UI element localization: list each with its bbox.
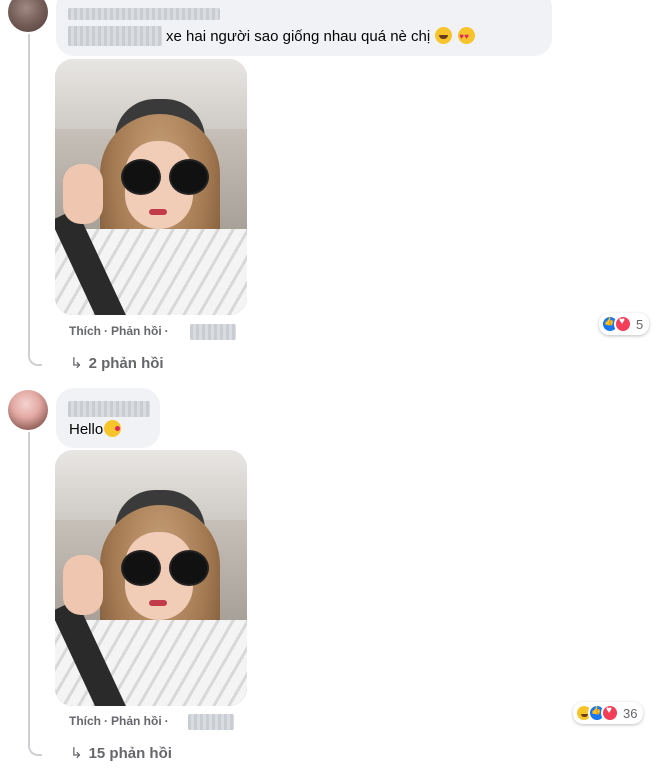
- view-replies-label: 15 phản hồi: [88, 745, 172, 762]
- comment-actions: Thích · Phản hồi ·: [69, 324, 172, 338]
- love-reaction-icon: [601, 704, 619, 722]
- like-link[interactable]: Thích: [69, 714, 101, 728]
- separator-dot: ·: [104, 324, 108, 338]
- view-replies-label: 2 phản hồi: [88, 355, 164, 372]
- commenter-avatar[interactable]: [8, 0, 48, 32]
- reply-link[interactable]: Phản hồi: [111, 714, 162, 728]
- commenter-name-blurred[interactable]: [68, 8, 220, 20]
- reply-link[interactable]: Phản hồi: [111, 324, 162, 338]
- comment-photo[interactable]: [55, 59, 247, 315]
- reaction-count: 5: [636, 316, 644, 332]
- reaction-summary[interactable]: 5: [599, 313, 650, 335]
- comment-photo[interactable]: [55, 450, 247, 706]
- tagged-name-blurred[interactable]: [68, 26, 162, 46]
- love-reaction-icon: [614, 315, 632, 333]
- reply-thread-line: [28, 34, 42, 366]
- comment-body: Hello: [69, 421, 104, 438]
- separator-dot: ·: [164, 714, 169, 728]
- heart-eyes-emoji-icon: [458, 27, 476, 47]
- reaction-summary[interactable]: 36: [573, 702, 644, 724]
- comment-text: xe hai người sao giống nhau quá nè chị: [166, 27, 476, 47]
- view-replies-button[interactable]: ↳ 15 phản hồi: [70, 744, 172, 762]
- reply-arrow-icon: ↳: [70, 355, 83, 372]
- timestamp-blurred[interactable]: [190, 324, 236, 340]
- comment-text: Hello: [69, 420, 122, 440]
- commenter-avatar[interactable]: [8, 390, 48, 430]
- reaction-count: 36: [623, 705, 638, 721]
- like-link[interactable]: Thích: [69, 324, 101, 338]
- comment-body: xe hai người sao giống nhau quá nè chị: [166, 28, 431, 45]
- reply-thread-line: [28, 432, 42, 756]
- commenter-name-blurred[interactable]: [68, 401, 150, 417]
- separator-dot: ·: [104, 714, 108, 728]
- reply-arrow-icon: ↳: [70, 745, 83, 762]
- kiss-emoji-icon: [104, 420, 122, 437]
- timestamp-blurred[interactable]: [188, 714, 234, 730]
- rolling-laughing-emoji-icon: [435, 27, 453, 44]
- view-replies-button[interactable]: ↳ 2 phản hồi: [70, 354, 164, 372]
- separator-dot: ·: [164, 324, 169, 338]
- comment-actions: Thích · Phản hồi ·: [69, 714, 172, 728]
